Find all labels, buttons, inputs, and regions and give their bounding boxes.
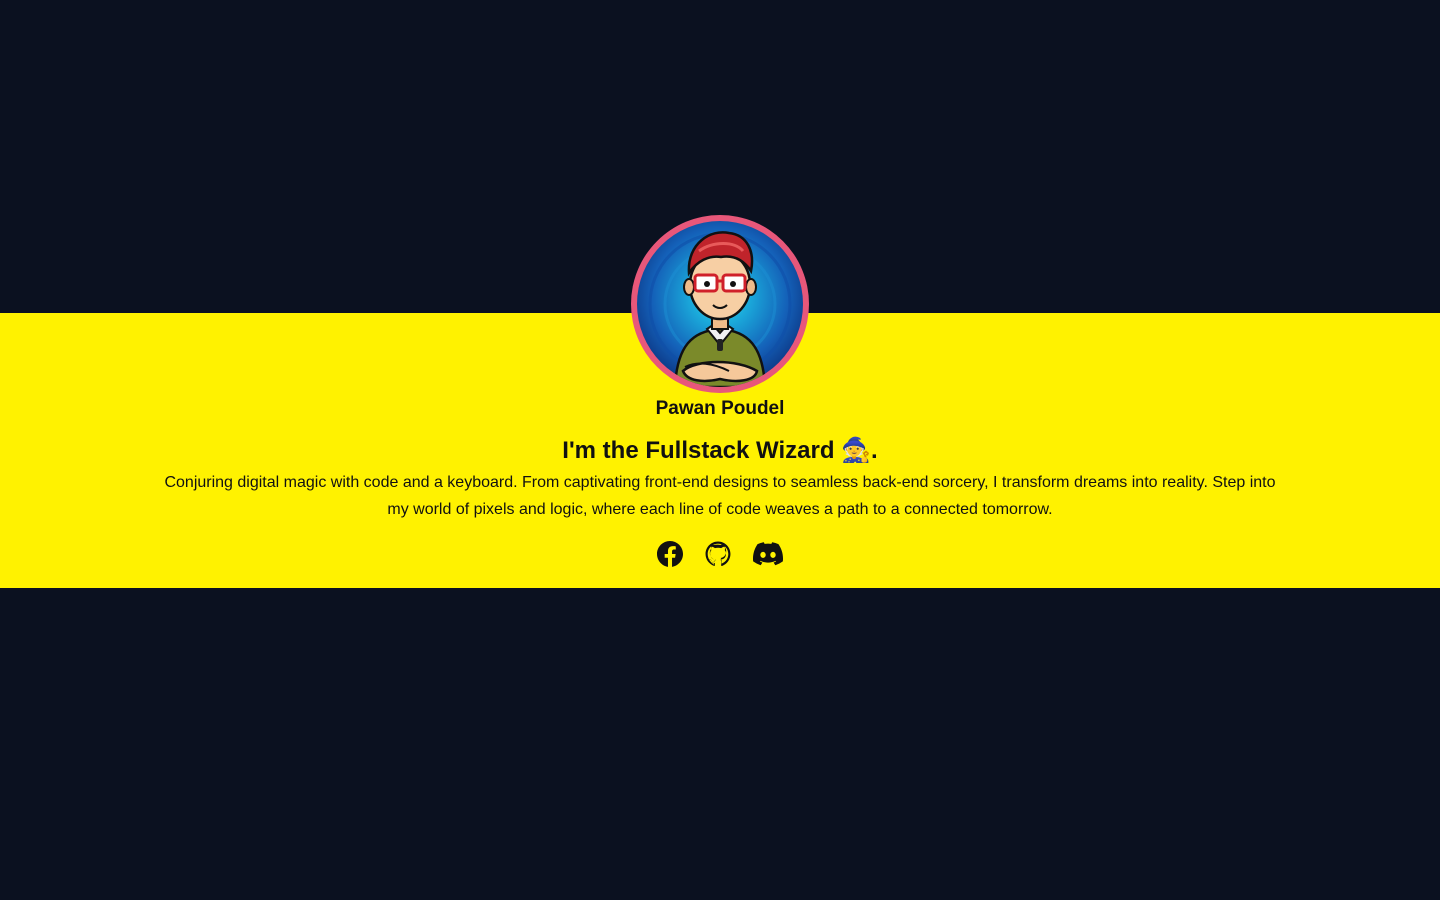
facebook-link[interactable] <box>656 540 684 568</box>
github-icon <box>705 541 731 567</box>
profile-headline: I'm the Fullstack Wizard 🧙. <box>562 437 878 464</box>
social-links <box>0 540 1440 568</box>
profile-name: Pawan Poudel <box>655 398 785 419</box>
github-link[interactable] <box>704 540 732 568</box>
page: Pawan Poudel I'm the Fullstack Wizard 🧙.… <box>0 0 1440 900</box>
facebook-icon <box>657 541 683 567</box>
profile-bio: Conjuring digital magic with code and a … <box>164 474 1276 518</box>
discord-link[interactable] <box>752 540 784 568</box>
discord-icon <box>753 542 783 566</box>
avatar <box>631 215 809 393</box>
avatar-image <box>637 221 803 387</box>
